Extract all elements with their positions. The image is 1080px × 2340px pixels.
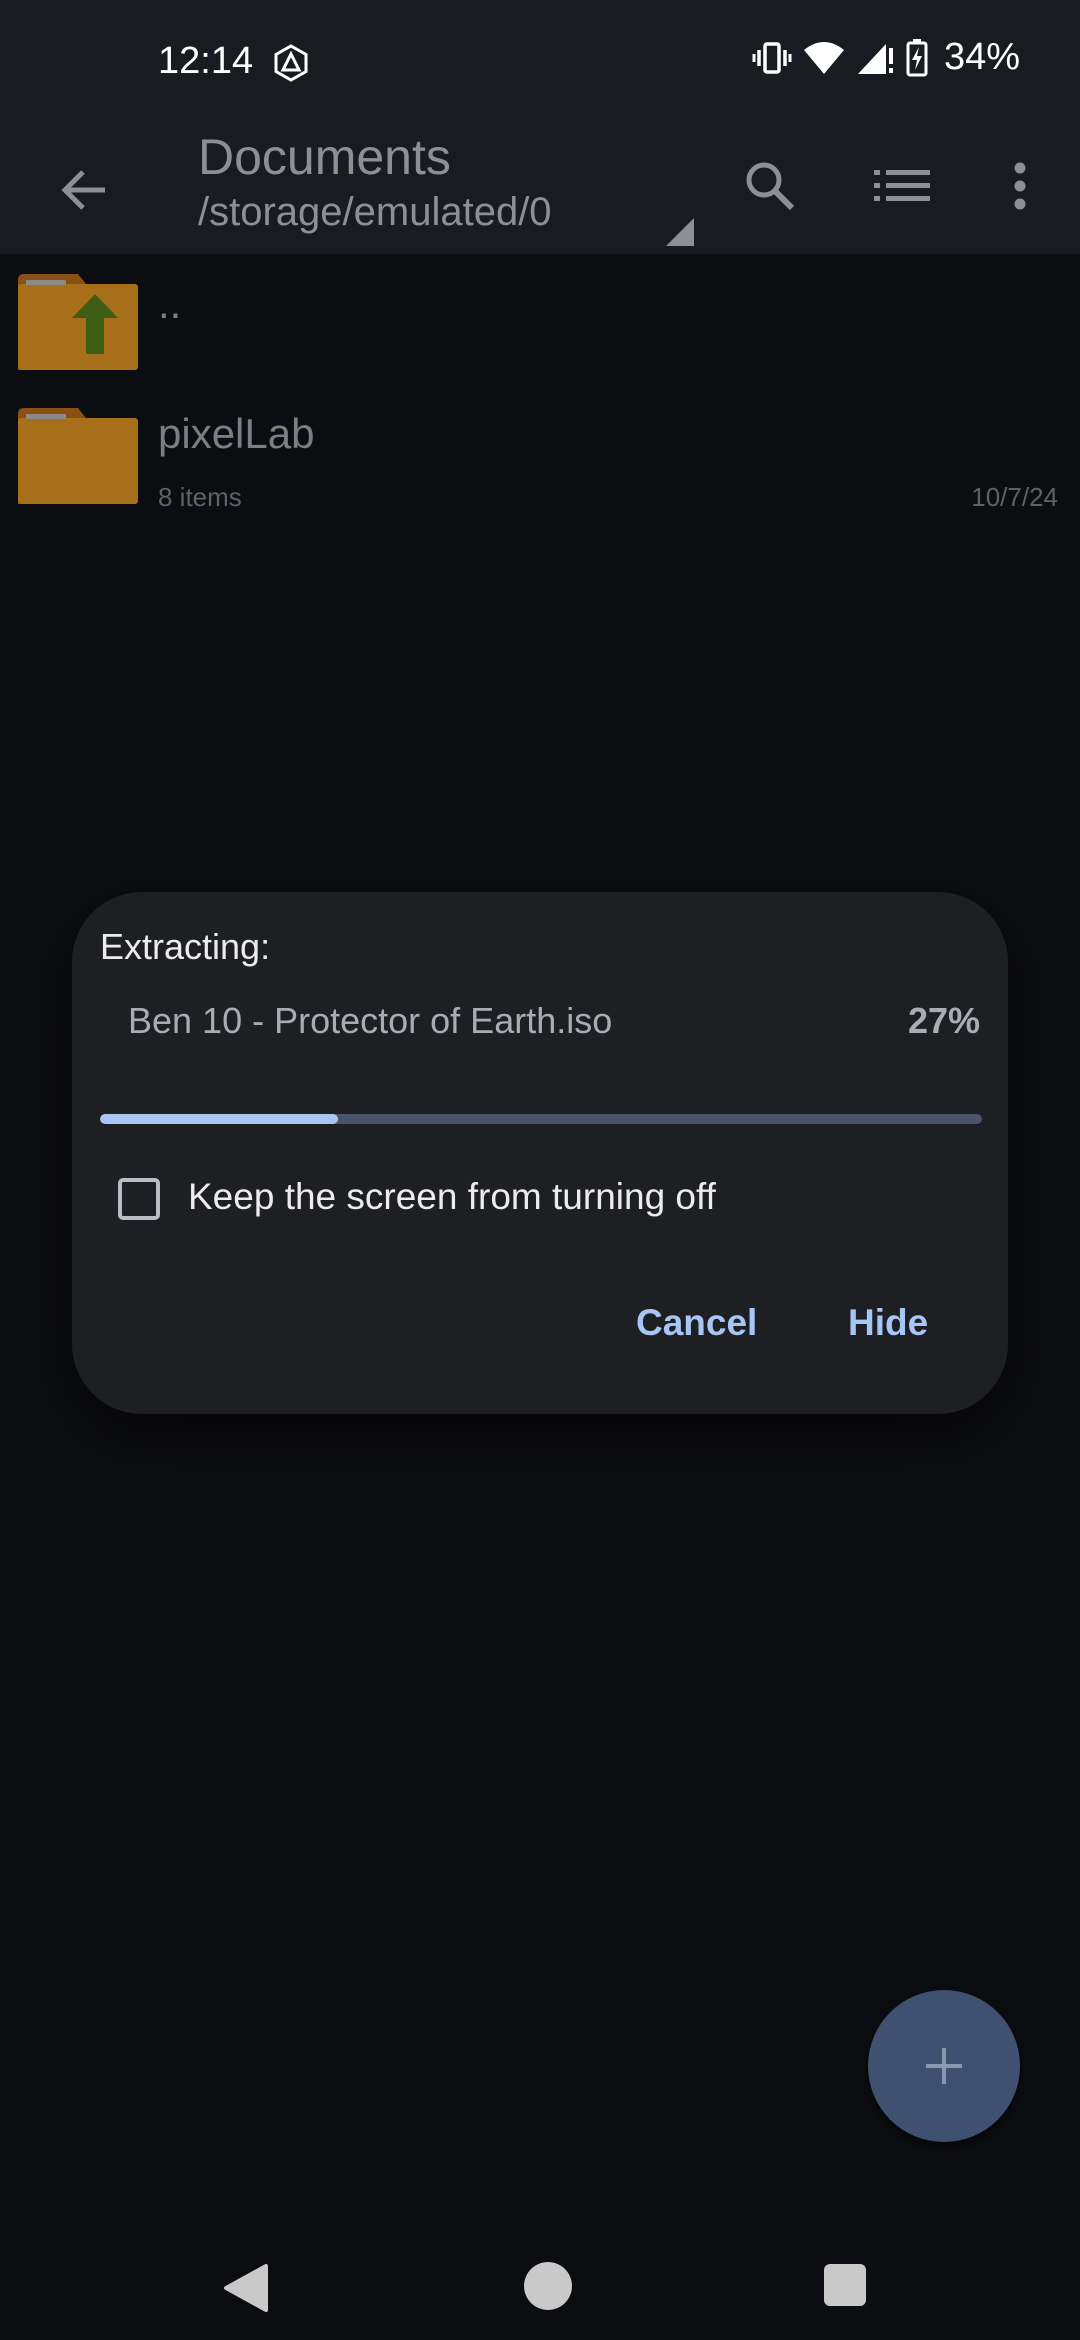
- extract-progress-dialog: Extracting: Ben 10 - Protector of Earth.…: [72, 892, 1008, 1414]
- file-date: 10/7/24: [971, 482, 1058, 512]
- list-item-parent[interactable]: ..: [0, 258, 1080, 386]
- status-time: 12:14: [158, 40, 254, 82]
- cancel-button[interactable]: Cancel: [636, 1302, 757, 1344]
- keep-screen-on-checkbox[interactable]: [118, 1178, 160, 1220]
- battery-charging-icon: [906, 38, 928, 76]
- file-name: pixelLab: [158, 410, 315, 457]
- more-vert-icon: [1014, 162, 1026, 210]
- keep-screen-on-label[interactable]: Keep the screen from turning off: [188, 1176, 716, 1218]
- add-fab-button[interactable]: [868, 1990, 1020, 2142]
- nav-recents-icon[interactable]: [824, 2264, 866, 2306]
- progress-bar-fill: [100, 1114, 339, 1124]
- nav-back-icon[interactable]: [222, 2262, 274, 2314]
- nav-home-icon[interactable]: [524, 2262, 572, 2310]
- status-bar: 12:14 34%: [0, 0, 1080, 128]
- dropdown-triangle-icon[interactable]: [664, 216, 696, 248]
- back-arrow-icon: [61, 170, 105, 210]
- more-options-button[interactable]: [980, 146, 1060, 226]
- search-icon: [746, 162, 795, 211]
- file-name: ..: [158, 280, 182, 327]
- progress-percentage: 27%: [907, 1000, 980, 1041]
- path-breadcrumb[interactable]: /storage/emulated/0: [198, 190, 552, 235]
- folder-icon: [18, 408, 138, 504]
- wifi-icon: [803, 41, 844, 74]
- battery-percentage: 34%: [943, 36, 1020, 78]
- progress-bar: [100, 1114, 982, 1124]
- plus-icon: [926, 2048, 962, 2084]
- file-item-count: 8 items: [158, 482, 242, 512]
- extract-file-name: Ben 10 - Protector of Earth.iso: [128, 1000, 613, 1041]
- signal-icon: [857, 43, 893, 74]
- dialog-title: Extracting:: [100, 926, 271, 967]
- notification-app-icon: [274, 44, 308, 82]
- folder-up-icon: [18, 274, 138, 370]
- list-item-pixellab[interactable]: pixelLab 8 items 10/7/24: [0, 392, 1080, 520]
- app-bar: Documents /storage/emulated/0: [0, 128, 1080, 254]
- page-title: Documents: [198, 129, 451, 185]
- back-button[interactable]: [44, 150, 124, 230]
- hide-button[interactable]: Hide: [848, 1302, 928, 1344]
- list-view-icon: [874, 170, 930, 201]
- status-icons: 34%: [752, 36, 1020, 79]
- list-view-button[interactable]: [862, 146, 942, 226]
- search-button[interactable]: [730, 146, 810, 226]
- vibrate-icon: [752, 41, 792, 74]
